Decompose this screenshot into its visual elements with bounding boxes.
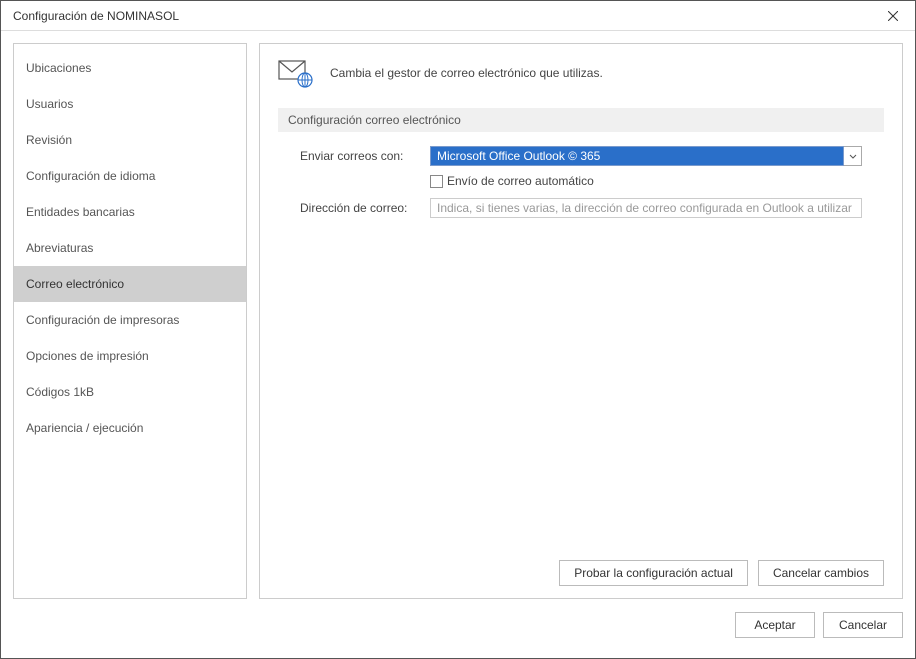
cancel-changes-button[interactable]: Cancelar cambios <box>758 560 884 586</box>
sidebar-item[interactable]: Correo electrónico <box>14 266 246 302</box>
chevron-down-icon <box>849 154 857 159</box>
row-auto-send: Envío de correo automático <box>430 174 862 188</box>
close-icon <box>888 11 898 21</box>
panel-button-row: Probar la configuración actual Cancelar … <box>278 560 884 586</box>
cancel-button[interactable]: Cancelar <box>823 612 903 638</box>
content-area: UbicacionesUsuariosRevisiónConfiguración… <box>1 31 915 611</box>
sidebar-item[interactable]: Ubicaciones <box>14 50 246 86</box>
test-config-button[interactable]: Probar la configuración actual <box>559 560 748 586</box>
row-send-with: Enviar correos con: Microsoft Office Out… <box>300 146 862 166</box>
form-area: Enviar correos con: Microsoft Office Out… <box>278 146 884 226</box>
sidebar-item[interactable]: Configuración de impresoras <box>14 302 246 338</box>
sidebar-item[interactable]: Abreviaturas <box>14 230 246 266</box>
auto-send-checkbox[interactable] <box>430 175 443 188</box>
section-title: Configuración correo electrónico <box>278 108 884 132</box>
sidebar: UbicacionesUsuariosRevisiónConfiguración… <box>13 43 247 599</box>
send-with-combo[interactable]: Microsoft Office Outlook © 365 <box>430 146 862 166</box>
send-with-value: Microsoft Office Outlook © 365 <box>430 146 844 166</box>
window-title: Configuración de NOMINASOL <box>13 9 179 23</box>
close-button[interactable] <box>870 1 915 31</box>
sidebar-item[interactable]: Opciones de impresión <box>14 338 246 374</box>
sidebar-item[interactable]: Códigos 1kB <box>14 374 246 410</box>
label-send-with: Enviar correos con: <box>300 149 430 163</box>
combo-dropdown-button[interactable] <box>844 146 862 166</box>
sidebar-item[interactable]: Usuarios <box>14 86 246 122</box>
sidebar-item[interactable]: Configuración de idioma <box>14 158 246 194</box>
sidebar-item[interactable]: Apariencia / ejecución <box>14 410 246 446</box>
sidebar-item[interactable]: Revisión <box>14 122 246 158</box>
main-panel: Cambia el gestor de correo electrónico q… <box>259 43 903 599</box>
mail-globe-icon <box>278 58 314 88</box>
sidebar-item[interactable]: Entidades bancarias <box>14 194 246 230</box>
titlebar: Configuración de NOMINASOL <box>1 1 915 31</box>
panel-header: Cambia el gestor de correo electrónico q… <box>278 58 884 88</box>
label-address: Dirección de correo: <box>300 201 430 215</box>
spacer <box>278 226 884 560</box>
accept-button[interactable]: Aceptar <box>735 612 815 638</box>
auto-send-label: Envío de correo automático <box>447 174 594 188</box>
address-input[interactable]: Indica, si tienes varias, la dirección d… <box>430 198 862 218</box>
panel-description: Cambia el gestor de correo electrónico q… <box>330 66 603 80</box>
row-address: Dirección de correo: Indica, si tienes v… <box>300 198 862 218</box>
dialog-footer: Aceptar Cancelar <box>1 611 915 647</box>
